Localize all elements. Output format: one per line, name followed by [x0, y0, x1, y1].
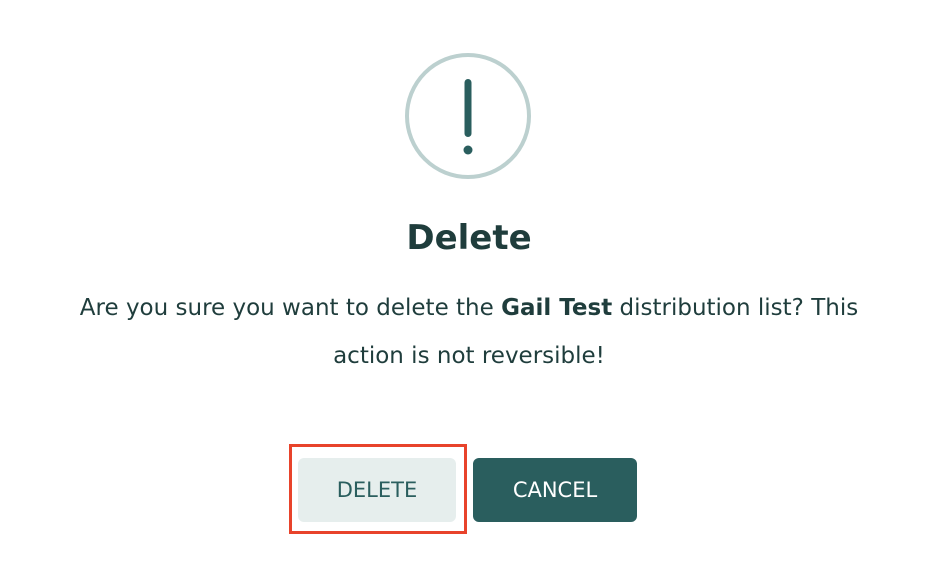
distribution-list-name: Gail Test: [501, 295, 613, 321]
delete-button[interactable]: DELETE: [298, 458, 456, 522]
dialog-title: Delete: [406, 218, 532, 258]
exclamation-circle-icon: [405, 53, 531, 179]
message-prefix: Are you sure you want to delete the: [79, 295, 502, 321]
delete-confirmation-dialog: Delete Are you sure you want to delete t…: [0, 0, 938, 580]
cancel-button[interactable]: CANCEL: [473, 458, 637, 522]
dialog-message: Are you sure you want to delete the Gail…: [60, 284, 878, 380]
